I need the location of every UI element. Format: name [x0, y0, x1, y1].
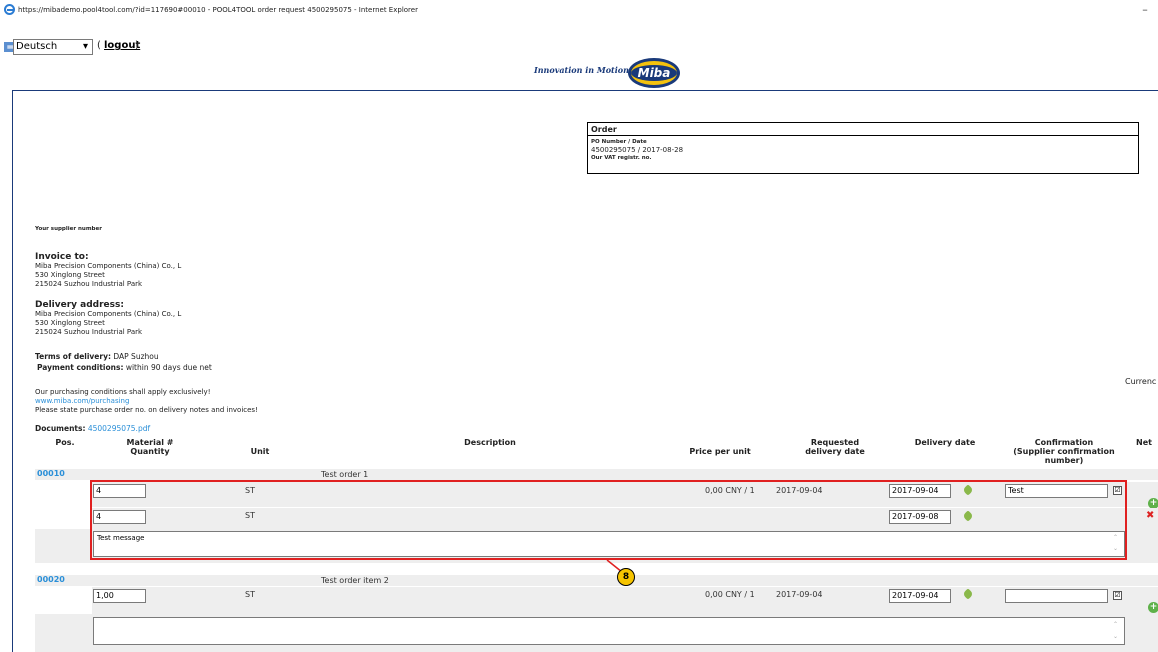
message-textarea[interactable]: ⌃ ⌄	[93, 617, 1125, 645]
delivery-address-block: Delivery address: Miba Precision Compone…	[35, 300, 181, 337]
quantity-input[interactable]: 1,00	[93, 589, 146, 603]
col-header-price: Price per unit	[689, 447, 751, 456]
col-header-unit: Unit	[250, 447, 270, 456]
scroll-down-icon[interactable]: ⌄	[1113, 631, 1121, 643]
brand-tagline: Innovation in Motion	[534, 65, 629, 75]
price-value: 0,00 CNY / 1	[705, 590, 755, 599]
window-title-bar: https://mibademo.pool4tool.com/?id=11769…	[0, 0, 1158, 20]
document-link[interactable]: 4500295075.pdf	[88, 424, 150, 433]
invoice-line: Miba Precision Components (China) Co., L	[35, 262, 182, 270]
vat-label: Our VAT registr. no.	[591, 155, 652, 161]
terms-of-delivery: Terms of delivery: DAP Suzhou	[35, 352, 159, 361]
paren-close: )	[135, 40, 139, 51]
purchasing-link[interactable]: www.miba.com/purchasing	[35, 397, 129, 406]
payment-conditions: Payment conditions: within 90 days due n…	[37, 363, 212, 372]
col-header-material-line1: Material #	[126, 438, 174, 447]
order-box-title: Order	[588, 123, 1138, 136]
invoice-to-title: Invoice to:	[35, 252, 89, 262]
col-header-material: Material # Quantity	[110, 438, 190, 456]
delivery-date-input[interactable]: 2017-09-04	[889, 589, 951, 603]
chevron-down-icon: ▾	[82, 41, 88, 52]
currency-label: Currenc	[1125, 377, 1157, 386]
delivery-line: 215024 Suzhou Industrial Park	[35, 328, 143, 336]
col-header-description: Description	[464, 438, 516, 447]
unit-value: ST	[245, 590, 255, 599]
payment-conditions-label: Payment conditions:	[37, 363, 124, 372]
po-value: 4500295075 / 2017-08-28	[591, 146, 684, 154]
position-link-00020[interactable]: 00020	[37, 575, 65, 584]
table-row	[35, 469, 1158, 480]
col-header-confirmation-line3: number)	[1044, 456, 1084, 465]
col-header-confirmation-line2: (Supplier confirmation	[1013, 447, 1115, 456]
state-po-note: Please state purchase order no. on deliv…	[35, 406, 258, 414]
col-header-confirmation-line1: Confirmation	[1034, 438, 1094, 447]
paren-open: (	[97, 40, 101, 51]
language-select[interactable]: Deutsch ▾	[13, 39, 93, 55]
col-header-material-line2: Quantity	[130, 447, 170, 456]
col-header-delivery: Delivery date	[914, 438, 976, 447]
delivery-line: Miba Precision Components (China) Co., L	[35, 310, 182, 318]
conditions-note: Our purchasing conditions shall apply ex…	[35, 388, 211, 396]
terms-of-delivery-value: DAP Suzhou	[113, 352, 159, 361]
supplier-number-label: Your supplier number	[35, 226, 102, 232]
confirm-checkbox[interactable]: ☑	[1113, 591, 1122, 600]
logo-text: Miba	[631, 65, 677, 81]
documents-row: Documents: 4500295075.pdf	[35, 424, 150, 433]
col-header-confirmation: Confirmation (Supplier confirmation numb…	[1003, 438, 1125, 465]
terms-of-delivery-label: Terms of delivery:	[35, 352, 111, 361]
invoice-line: 215024 Suzhou Industrial Park	[35, 280, 143, 288]
col-header-requested: Requested delivery date	[790, 438, 880, 456]
confirmation-number-input[interactable]	[1005, 589, 1108, 603]
add-line-icon[interactable]: +	[1148, 602, 1158, 613]
annotation-number-badge: 8	[617, 568, 635, 586]
remove-line-icon[interactable]: ✖	[1146, 510, 1154, 521]
position-link-00010[interactable]: 00010	[37, 469, 65, 478]
col-header-requested-line1: Requested	[810, 438, 860, 447]
delivery-address-title: Delivery address:	[35, 300, 124, 310]
language-select-value: Deutsch	[16, 41, 58, 52]
invoice-to-block: Invoice to: Miba Precision Components (C…	[35, 252, 181, 289]
row-description: Test order 1	[321, 470, 369, 479]
delivery-line: 530 Xinglong Street	[35, 319, 105, 327]
col-header-pos: Pos.	[55, 438, 75, 447]
row-description: Test order item 2	[321, 576, 389, 585]
miba-logo: Miba	[628, 58, 680, 88]
invoice-line: 530 Xinglong Street	[35, 271, 105, 279]
col-header-requested-line2: delivery date	[805, 447, 865, 456]
order-info-box: Order PO Number / Date 4500295075 / 2017…	[587, 122, 1139, 174]
annotation-highlight-box	[90, 480, 1127, 560]
table-row	[35, 575, 1158, 586]
internet-explorer-icon	[4, 4, 15, 15]
payment-conditions-value: within 90 days due net	[125, 363, 212, 372]
col-header-net: Net	[1136, 438, 1152, 447]
minimize-button[interactable]: –	[1138, 0, 1152, 20]
po-label: PO Number / Date	[591, 139, 647, 145]
requested-date-value: 2017-09-04	[776, 590, 823, 599]
documents-label: Documents:	[35, 424, 86, 433]
scroll-up-icon[interactable]: ⌃	[1113, 619, 1121, 631]
window-title: https://mibademo.pool4tool.com/?id=11769…	[18, 6, 418, 14]
